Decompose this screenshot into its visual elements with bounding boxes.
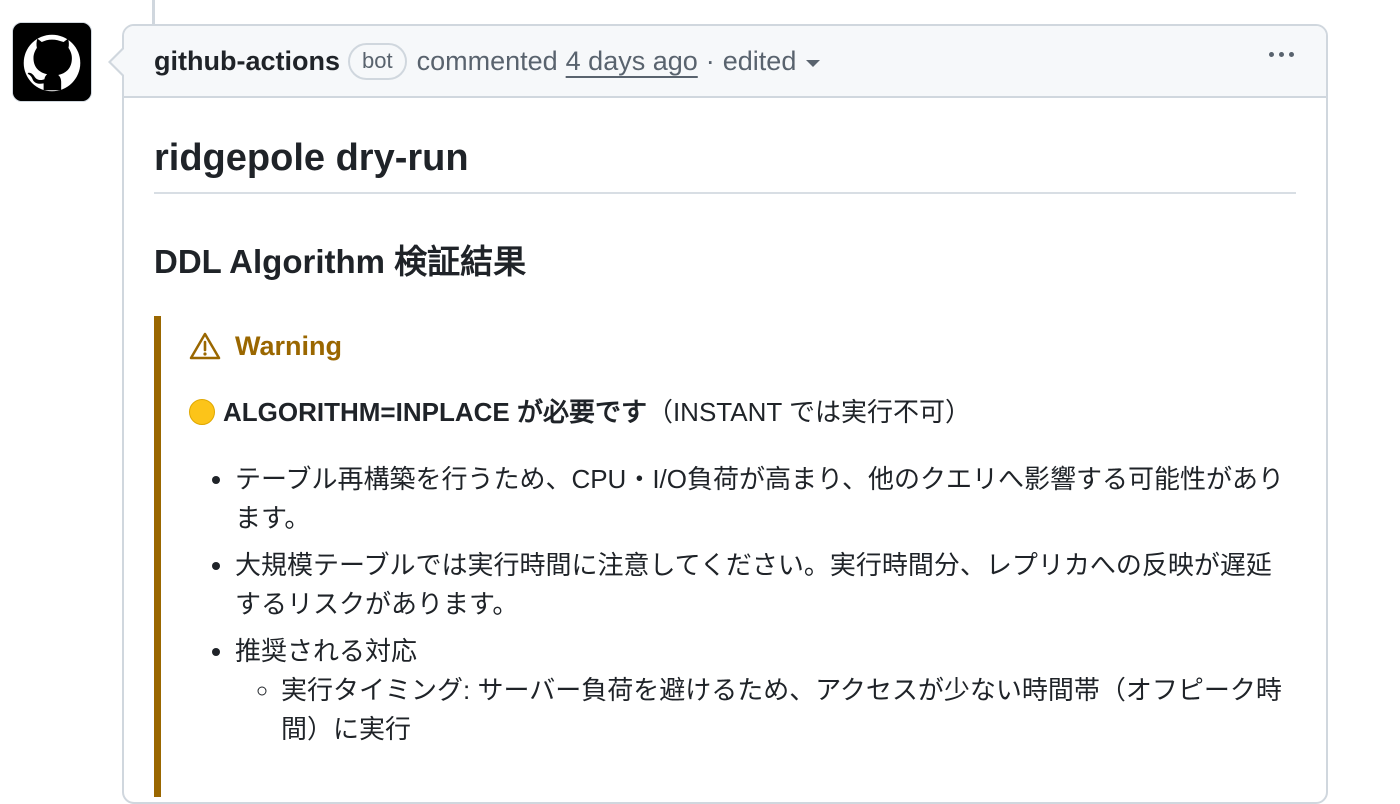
comment-header: github-actions bot commented 4 days ago … — [124, 26, 1326, 98]
comment-action: commented — [416, 45, 558, 76]
comment-card: github-actions bot commented 4 days ago … — [108, 24, 1328, 804]
alert-label: Warning — [235, 330, 342, 361]
yellow-circle-icon — [189, 399, 215, 425]
alert-bullet-list: テーブル再構築を行うため、CPU・I/O負荷が高まり、他のクエリへ影響する可能性… — [189, 460, 1296, 749]
alert-lead-strong: ALGORITHM=INPLACE が必要です — [223, 397, 647, 427]
edited-label: edited — [722, 45, 797, 76]
separator-dot: · — [705, 45, 715, 76]
kebab-horizontal-icon[interactable] — [1265, 48, 1298, 61]
alert-lead: ALGORITHM=INPLACE が必要です （INSTANT では実行不可） — [189, 394, 1296, 430]
alert-triangle-icon — [189, 332, 221, 360]
alert-lead-rest: （INSTANT では実行不可） — [646, 397, 972, 427]
list-item-label: 推奨される対応 — [235, 636, 418, 666]
github-octocat-icon — [13, 23, 91, 101]
edited-dropdown-button[interactable]: edited — [723, 46, 821, 77]
sub-bullet-list: 実行タイミング: サーバー負荷を避けるため、アクセスが少ない時間帯（オフピーク時… — [235, 671, 1296, 749]
avatar[interactable] — [12, 22, 92, 102]
comment-title: ridgepole dry-run — [154, 98, 1296, 194]
alert-title: Warning — [189, 328, 1296, 364]
comment-caret-fill — [111, 48, 125, 76]
timeline-line — [152, 0, 155, 24]
bot-badge: bot — [347, 42, 407, 80]
chevron-down-icon — [806, 59, 821, 67]
comment-body: ridgepole dry-run DDL Algorithm 検証結果 War… — [124, 98, 1326, 797]
sub-list-item: 実行タイミング: サーバー負荷を避けるため、アクセスが少ない時間帯（オフピーク時… — [281, 671, 1296, 749]
warning-alert: Warning ALGORITHM=INPLACE が必要です （INSTANT… — [154, 316, 1296, 797]
timestamp-link[interactable]: 4 days ago — [566, 46, 698, 77]
list-item: テーブル再構築を行うため、CPU・I/O負荷が高まり、他のクエリへ影響する可能性… — [235, 460, 1296, 538]
author-link[interactable]: github-actions — [154, 46, 340, 77]
comment-subtitle: DDL Algorithm 検証結果 — [154, 243, 527, 280]
list-item: 大規模テーブルでは実行時間に注意してください。実行時間分、レプリカへの反映が遅延… — [235, 546, 1296, 624]
list-item: 推奨される対応 実行タイミング: サーバー負荷を避けるため、アクセスが少ない時間… — [235, 632, 1296, 749]
